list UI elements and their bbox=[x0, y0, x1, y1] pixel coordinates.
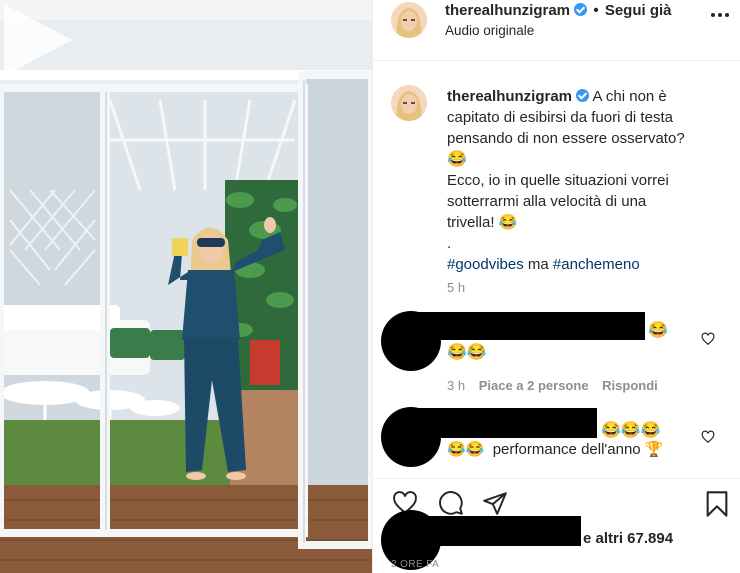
caption-line: . bbox=[447, 235, 452, 252]
caption-author-avatar[interactable] bbox=[391, 85, 427, 121]
audio-label[interactable]: Audio originale bbox=[445, 23, 534, 38]
comment-text: 😂😂 bbox=[447, 344, 487, 361]
caption-connector: ma bbox=[523, 256, 553, 273]
play-icon[interactable] bbox=[0, 0, 76, 80]
comment-like-heart-icon[interactable] bbox=[701, 430, 715, 444]
likes-count[interactable]: e altri 67.894 bbox=[583, 530, 673, 547]
author-avatar[interactable] bbox=[391, 2, 427, 38]
comment-timestamp[interactable]: 3 h bbox=[447, 378, 465, 393]
follow-status-button[interactable]: Segui già bbox=[605, 2, 672, 19]
author-username[interactable]: therealhunzigram bbox=[445, 2, 570, 19]
hashtag-goodvibes[interactable]: #goodvibes bbox=[447, 256, 524, 273]
comment-icon[interactable] bbox=[437, 490, 465, 516]
caption-username[interactable]: therealhunzigram bbox=[447, 88, 572, 105]
comment-username-redacted bbox=[413, 408, 597, 438]
caption-line: Ecco, io in quelle situazioni vorrei bbox=[447, 172, 669, 189]
verified-badge-icon bbox=[576, 89, 590, 102]
comment-emoji: 😂 bbox=[648, 322, 668, 339]
post-header: therealhunzigram • Segui già bbox=[445, 2, 672, 19]
bookmark-icon[interactable] bbox=[705, 490, 729, 518]
comment-text: 😂😂 performance dell'anno 🏆 bbox=[447, 441, 664, 458]
comment-username-redacted bbox=[413, 312, 645, 340]
post-details-panel: therealhunzigram • Segui già Audio origi… bbox=[372, 0, 740, 573]
caption-line: A chi non è bbox=[592, 88, 667, 105]
comment-emoji: 😂😂😂 bbox=[601, 422, 661, 439]
caption-line: pensando di non essere osservato? bbox=[447, 130, 685, 147]
paper-plane-icon[interactable] bbox=[481, 490, 509, 516]
liker-username-redacted bbox=[413, 516, 581, 546]
reply-button[interactable]: Rispondi bbox=[602, 378, 658, 393]
comment-likes-count[interactable]: Piace a 2 persone bbox=[479, 378, 589, 393]
comment-like-heart-icon[interactable] bbox=[701, 332, 715, 346]
caption-emoji: 😂 bbox=[447, 151, 467, 168]
avatar-image bbox=[391, 85, 427, 121]
caption-line: sotterrarmi alla velocità di una bbox=[447, 193, 647, 210]
post-date[interactable]: 2 ORE FA bbox=[391, 559, 439, 570]
separator-dot: • bbox=[593, 2, 599, 19]
more-dots-icon[interactable] bbox=[711, 13, 729, 17]
video-player[interactable] bbox=[0, 0, 372, 573]
hashtag-anchemeno[interactable]: #anchemeno bbox=[553, 256, 640, 273]
video-frame bbox=[0, 0, 372, 573]
caption-text: therealhunzigram A chi non è capitato di… bbox=[447, 86, 737, 275]
caption-line: trivella! 😂 bbox=[447, 214, 518, 231]
comment-meta: 3 h Piace a 2 persone Rispondi bbox=[447, 378, 658, 393]
header-divider bbox=[373, 60, 740, 61]
caption-timestamp[interactable]: 5 h bbox=[447, 280, 465, 295]
avatar-image bbox=[391, 2, 427, 38]
verified-badge-icon bbox=[574, 3, 588, 16]
actions-divider bbox=[373, 478, 740, 479]
caption-line: capitato di esibirsi da fuori di testa bbox=[447, 109, 673, 126]
